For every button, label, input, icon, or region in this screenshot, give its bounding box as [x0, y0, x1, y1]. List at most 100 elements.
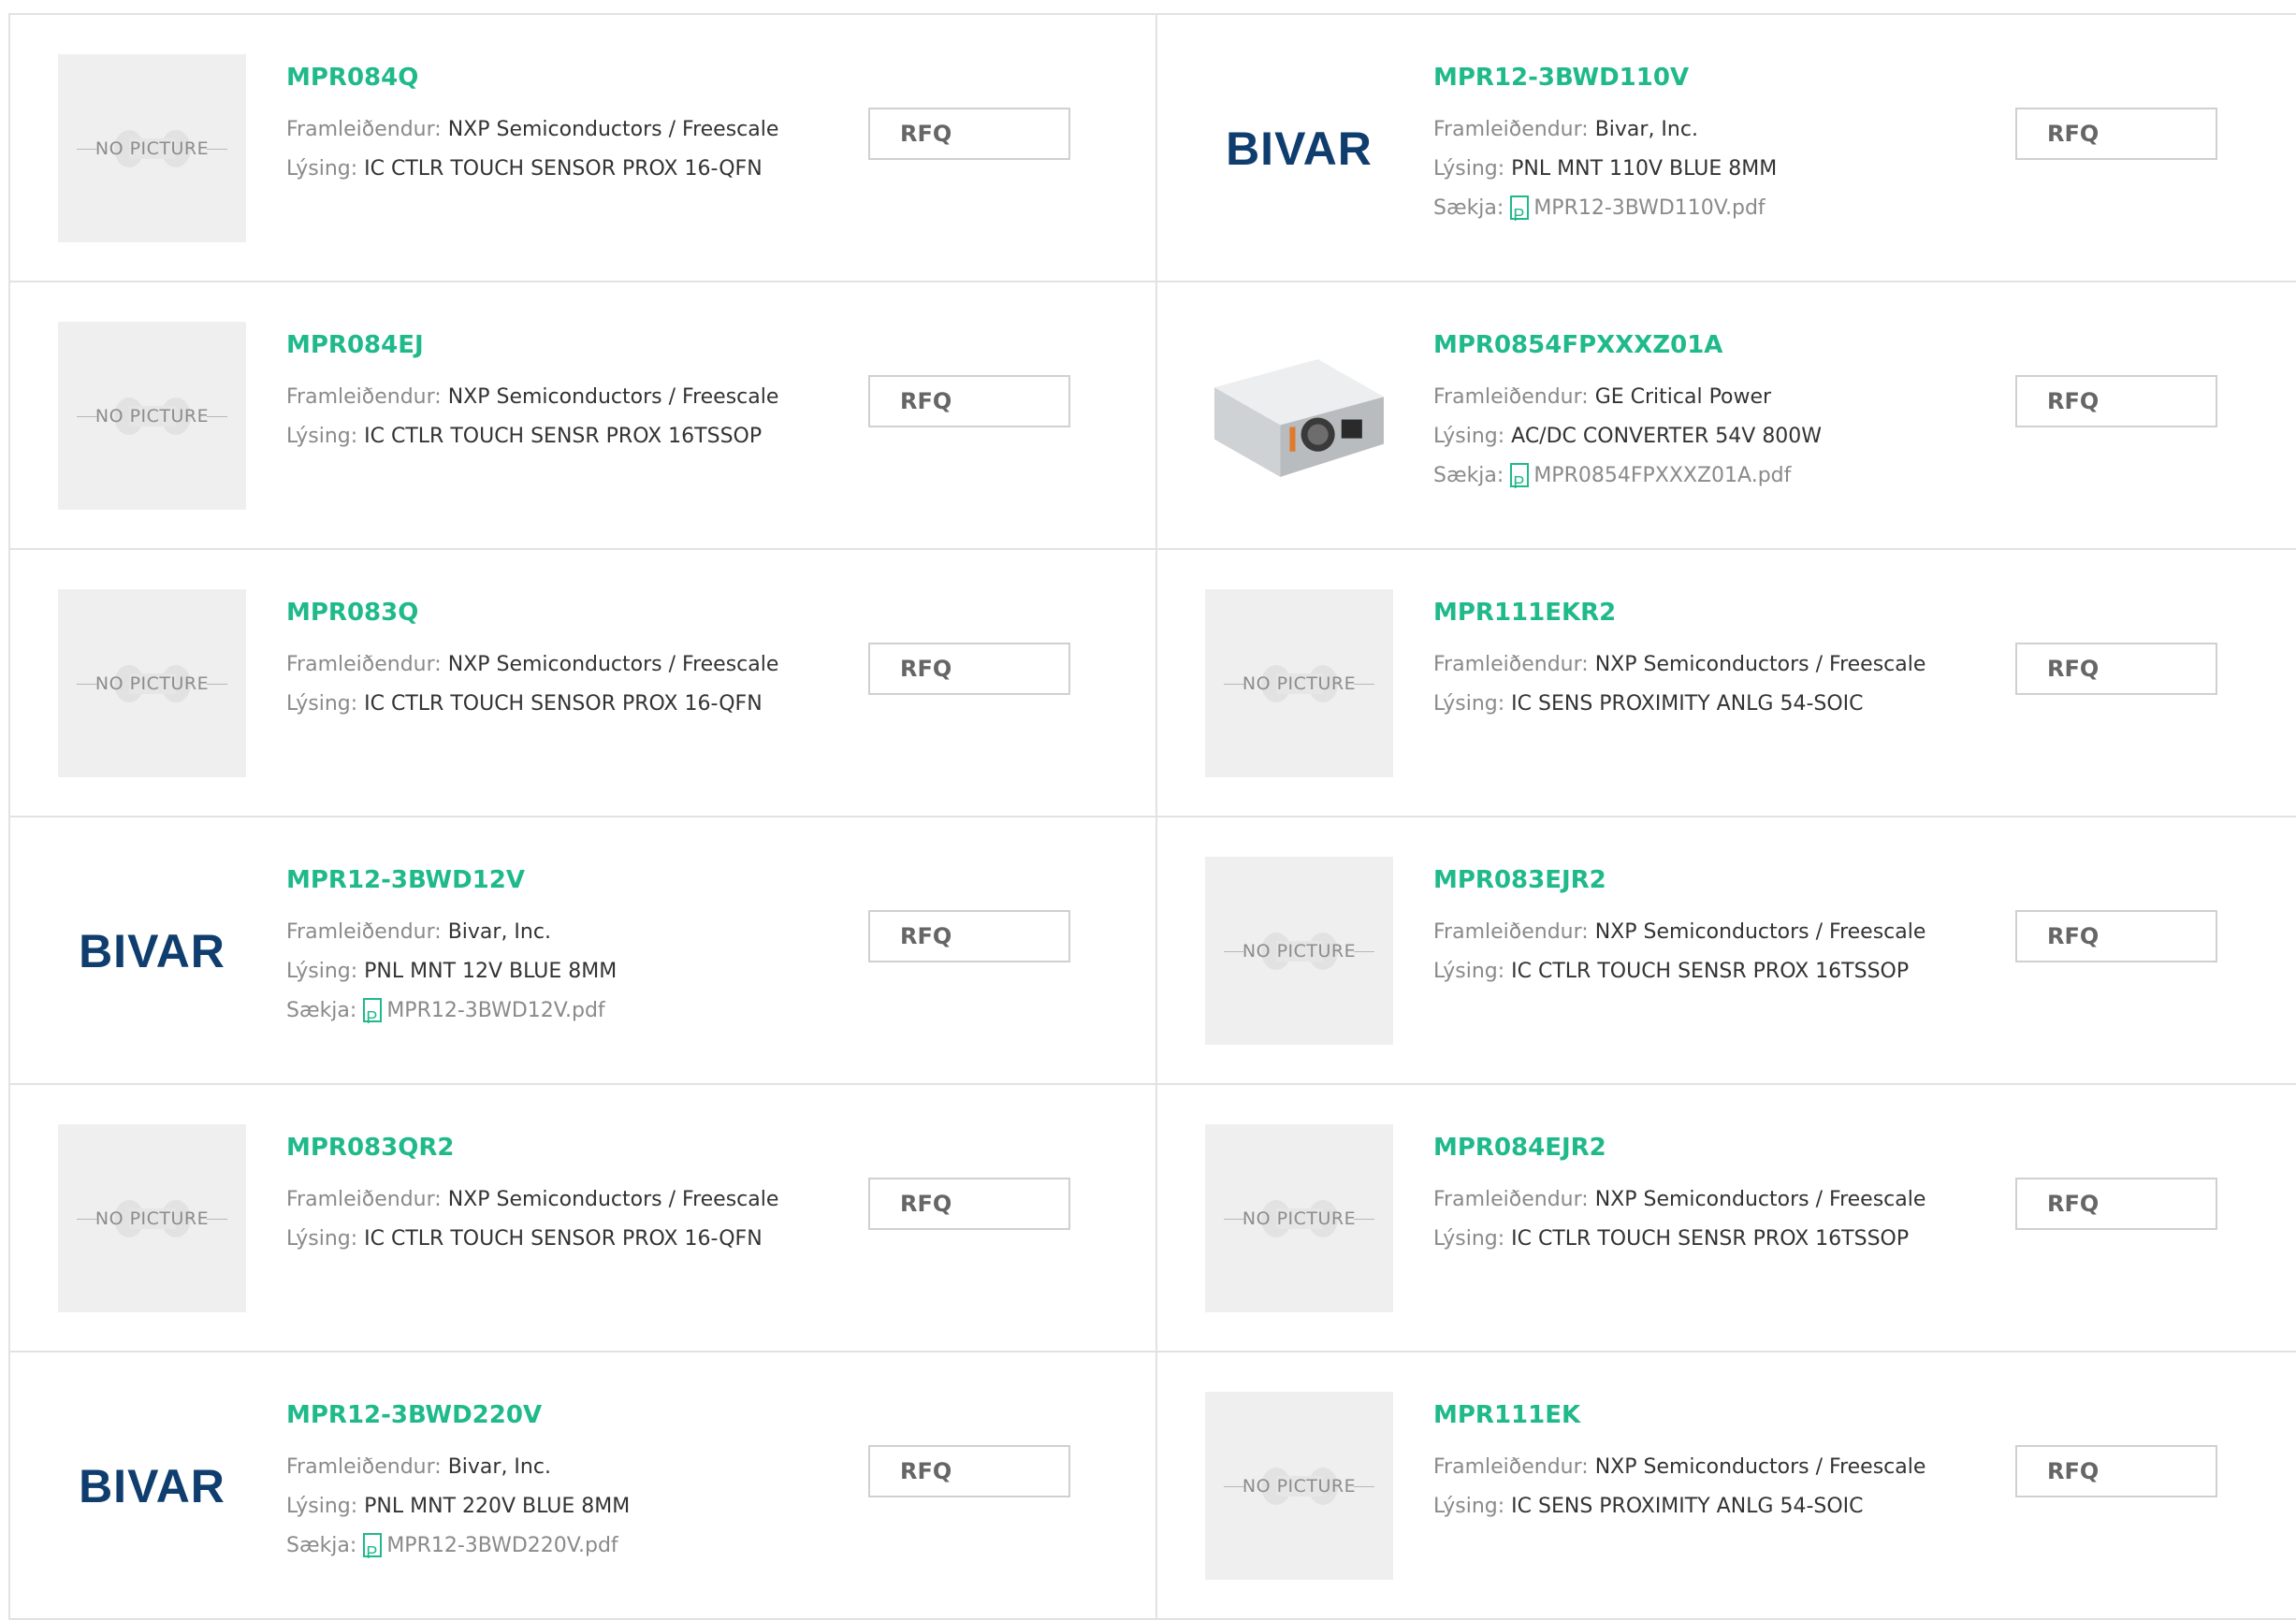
part-number-link[interactable]: MPR084EJ [286, 331, 778, 359]
description-label: Lýsing: [286, 157, 358, 181]
description-line: Lýsing: PNL MNT 220V BLUE 8MM [286, 1487, 630, 1526]
rfq-button[interactable]: RFQ [2015, 108, 2217, 160]
description-line: Lýsing: PNL MNT 12V BLUE 8MM [286, 952, 617, 991]
no-picture-placeholder[interactable]: NO PICTURE [58, 1124, 246, 1312]
manufacturer-value: NXP Semiconductors / Freescale [447, 1188, 779, 1211]
product-info: MPR083QR2 Framleiðendur: NXP Semiconduct… [286, 1134, 778, 1259]
part-number-link[interactable]: MPR083EJR2 [1433, 866, 1925, 894]
product-card: NO PICTURE MPR084EJ Framleiðendur: NXP S… [10, 282, 1157, 550]
datasheet-filename: MPR12-3BWD110V.pdf [1533, 196, 1766, 220]
part-number-link[interactable]: MPR084EJR2 [1433, 1134, 1925, 1162]
rfq-button[interactable]: RFQ [2015, 375, 2217, 427]
description-value: IC SENS PROXIMITY ANLG 54-SOIC [1511, 692, 1864, 716]
part-number-link[interactable]: MPR111EKR2 [1433, 599, 1925, 627]
datasheet-link[interactable]: MPR0854FPXXXZ01A.pdf [1510, 463, 1791, 502]
rfq-button[interactable]: RFQ [868, 375, 1070, 427]
description-label: Lýsing: [1433, 157, 1505, 181]
part-number-link[interactable]: MPR12-3BWD110V [1433, 64, 1777, 92]
bivar-logo-text: BIVAR [79, 924, 225, 977]
description-value: IC CTLR TOUCH SENSOR PROX 16-QFN [364, 692, 763, 716]
no-picture-placeholder[interactable]: NO PICTURE [58, 589, 246, 777]
pdf-icon [1510, 463, 1530, 502]
description-line: Lýsing: IC CTLR TOUCH SENSR PROX 16TSSOP [286, 417, 778, 456]
no-picture-placeholder[interactable]: NO PICTURE [1205, 1392, 1393, 1580]
datasheet-filename: MPR12-3BWD220V.pdf [386, 1534, 618, 1557]
part-number-link[interactable]: MPR083Q [286, 599, 778, 627]
product-info: MPR111EK Framleiðendur: NXP Semiconducto… [1433, 1401, 1925, 1526]
part-number-link[interactable]: MPR0854FPXXXZ01A [1433, 331, 1822, 359]
product-info: MPR12-3BWD220V Framleiðendur: Bivar, Inc… [286, 1401, 630, 1572]
no-picture-label: NO PICTURE [1205, 1208, 1393, 1229]
description-value: PNL MNT 12V BLUE 8MM [364, 960, 618, 983]
product-grid: NO PICTURE MPR084Q Framleiðendur: NXP Se… [8, 13, 2296, 1620]
rfq-button[interactable]: RFQ [868, 910, 1070, 962]
product-card: NO PICTURE MPR084Q Framleiðendur: NXP Se… [10, 15, 1157, 282]
product-card: NO PICTURE MPR083EJR2 Framleiðendur: NXP… [1157, 817, 2296, 1085]
rfq-button[interactable]: RFQ [868, 1178, 1070, 1230]
manufacturer-value: NXP Semiconductors / Freescale [1594, 653, 1926, 676]
description-value: IC SENS PROXIMITY ANLG 54-SOIC [1511, 1495, 1864, 1518]
description-line: Lýsing: IC CTLR TOUCH SENSOR PROX 16-QFN [286, 685, 778, 724]
manufacturer-label: Framleiðendur: [1433, 653, 1589, 676]
manufacturer-line: Framleiðendur: NXP Semiconductors / Free… [1433, 645, 1925, 685]
manufacturer-value: GE Critical Power [1594, 385, 1772, 409]
description-label: Lýsing: [286, 1495, 358, 1518]
rfq-button[interactable]: RFQ [868, 1445, 1070, 1497]
no-picture-placeholder[interactable]: NO PICTURE [58, 54, 246, 242]
description-value: IC CTLR TOUCH SENSOR PROX 16-QFN [364, 157, 763, 181]
no-picture-label: NO PICTURE [58, 138, 246, 159]
product-photo[interactable] [1205, 322, 1393, 510]
description-value: PNL MNT 110V BLUE 8MM [1511, 157, 1778, 181]
no-picture-label: NO PICTURE [1205, 1476, 1393, 1497]
manufacturer-label: Framleiðendur: [1433, 1188, 1589, 1211]
description-label: Lýsing: [1433, 1495, 1505, 1518]
description-line: Lýsing: IC CTLR TOUCH SENSOR PROX 16-QFN [286, 1220, 778, 1259]
product-info: MPR12-3BWD110V Framleiðendur: Bivar, Inc… [1433, 64, 1778, 235]
bivar-logo[interactable]: BIVAR [58, 1392, 246, 1580]
product-info: MPR084EJ Framleiðendur: NXP Semiconducto… [286, 331, 778, 456]
product-info: MPR084Q Framleiðendur: NXP Semiconductor… [286, 64, 778, 189]
rfq-button[interactable]: RFQ [2015, 1178, 2217, 1230]
manufacturer-label: Framleiðendur: [286, 653, 442, 676]
rfq-button[interactable]: RFQ [868, 108, 1070, 160]
description-label: Lýsing: [1433, 425, 1505, 448]
product-info: MPR12-3BWD12V Framleiðendur: Bivar, Inc.… [286, 866, 617, 1037]
part-number-link[interactable]: MPR083QR2 [286, 1134, 778, 1162]
no-picture-placeholder[interactable]: NO PICTURE [1205, 1124, 1393, 1312]
datasheet-link[interactable]: MPR12-3BWD12V.pdf [363, 998, 605, 1037]
manufacturer-label: Framleiðendur: [286, 118, 442, 141]
manufacturer-line: Framleiðendur: NXP Semiconductors / Free… [286, 645, 778, 685]
description-line: Lýsing: IC CTLR TOUCH SENSR PROX 16TSSOP [1433, 952, 1925, 991]
manufacturer-line: Framleiðendur: NXP Semiconductors / Free… [1433, 1448, 1925, 1487]
bivar-logo[interactable]: BIVAR [1205, 54, 1393, 242]
rfq-button[interactable]: RFQ [2015, 1445, 2217, 1497]
no-picture-label: NO PICTURE [58, 406, 246, 427]
part-number-link[interactable]: MPR084Q [286, 64, 778, 92]
power-supply-image [1214, 359, 1384, 477]
no-picture-placeholder[interactable]: NO PICTURE [1205, 857, 1393, 1045]
datasheet-line: Sækja: MPR12-3BWD110V.pdf [1433, 189, 1777, 235]
part-number-link[interactable]: MPR111EK [1433, 1401, 1925, 1429]
manufacturer-line: Framleiðendur: NXP Semiconductors / Free… [286, 378, 778, 417]
no-picture-placeholder[interactable]: NO PICTURE [58, 322, 246, 510]
part-number-link[interactable]: MPR12-3BWD220V [286, 1401, 630, 1429]
rfq-button[interactable]: RFQ [2015, 910, 2217, 962]
datasheet-link[interactable]: MPR12-3BWD220V.pdf [363, 1533, 618, 1572]
product-card: NO PICTURE MPR084EJR2 Framleiðendur: NXP… [1157, 1085, 2296, 1352]
description-line: Lýsing: AC/DC CONVERTER 54V 800W [1433, 417, 1822, 456]
manufacturer-line: Framleiðendur: Bivar, Inc. [286, 1448, 630, 1487]
description-label: Lýsing: [286, 692, 358, 716]
manufacturer-value: NXP Semiconductors / Freescale [447, 385, 779, 409]
pdf-icon [363, 1533, 383, 1572]
manufacturer-label: Framleiðendur: [1433, 1455, 1589, 1479]
bivar-logo[interactable]: BIVAR [58, 857, 246, 1045]
description-line: Lýsing: IC CTLR TOUCH SENSR PROX 16TSSOP [1433, 1220, 1925, 1259]
datasheet-filename: MPR12-3BWD12V.pdf [386, 999, 605, 1022]
manufacturer-line: Framleiðendur: NXP Semiconductors / Free… [286, 110, 778, 150]
part-number-link[interactable]: MPR12-3BWD12V [286, 866, 617, 894]
datasheet-link[interactable]: MPR12-3BWD110V.pdf [1510, 195, 1766, 235]
rfq-button[interactable]: RFQ [868, 643, 1070, 695]
no-picture-placeholder[interactable]: NO PICTURE [1205, 589, 1393, 777]
rfq-button[interactable]: RFQ [2015, 643, 2217, 695]
manufacturer-line: Framleiðendur: NXP Semiconductors / Free… [1433, 913, 1925, 952]
